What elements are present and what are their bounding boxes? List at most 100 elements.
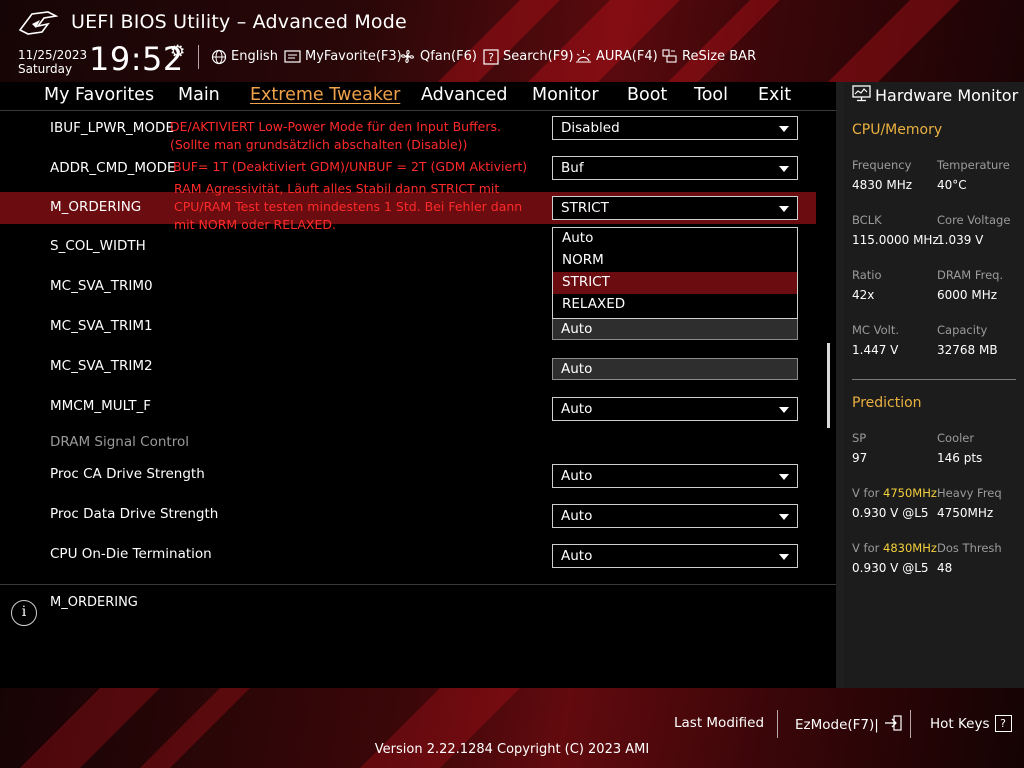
setting-label: Proc Data Drive Strength — [50, 506, 219, 522]
info-icon: i — [11, 600, 37, 626]
v-for-text: V for — [852, 541, 880, 555]
mc-sva-trim1-field[interactable]: Auto — [552, 318, 798, 340]
cooler-value: 146 pts — [937, 451, 983, 465]
aura-button[interactable]: AURA(F4) — [575, 48, 658, 65]
chevron-down-icon — [779, 474, 789, 480]
temperature-label: Temperature — [937, 158, 1010, 172]
chevron-down-icon — [779, 554, 789, 560]
v-for-frequency: 4750MHz — [883, 486, 937, 500]
top-bar: UEFI BIOS Utility – Advanced Mode 11/25/… — [0, 0, 1024, 82]
app-title: UEFI BIOS Utility – Advanced Mode — [71, 11, 407, 33]
annotation-note: DE/AKTIVIERT Low-Power Mode für den Inpu… — [170, 119, 501, 134]
tab-my-favorites[interactable]: My Favorites — [44, 85, 154, 105]
core-voltage-label: Core Voltage — [937, 213, 1011, 227]
setting-label: MC_SVA_TRIM1 — [50, 318, 153, 334]
aura-label: AURA(F4) — [596, 49, 658, 64]
mc-volt-label: MC Volt. — [852, 323, 899, 337]
ezmode-button[interactable]: EzMode(F7)| — [795, 715, 902, 735]
dos-thresh-value: 48 — [937, 561, 953, 575]
hot-keys-button[interactable]: Hot Keys ? — [930, 715, 1012, 732]
section-header: DRAM Signal Control — [50, 434, 189, 450]
tab-monitor[interactable]: Monitor — [532, 85, 599, 105]
tab-exit[interactable]: Exit — [758, 85, 791, 105]
proc-ca-drive-strength-select[interactable]: Auto — [552, 464, 798, 488]
setting-label: IBUF_LPWR_MODE — [50, 120, 174, 136]
weekday: Saturday — [18, 62, 73, 76]
myfavorite-button[interactable]: MyFavorite(F3) — [284, 48, 402, 65]
v-for-frequency: 4830MHz — [883, 541, 937, 555]
svg-text:?: ? — [488, 51, 494, 64]
myfavorite-label: MyFavorite(F3) — [305, 49, 402, 64]
tab-tool[interactable]: Tool — [694, 85, 728, 105]
chevron-down-icon — [779, 126, 789, 132]
frequency-value: 4830 MHz — [852, 178, 913, 192]
mc-volt-value: 1.447 V — [852, 343, 899, 357]
annotation-note: CPU/RAM Test testen mindestens 1 Std. Be… — [174, 199, 523, 214]
ibuf-lpwr-mode-select[interactable]: Disabled — [552, 116, 798, 140]
field-value: Auto — [561, 361, 593, 377]
resize-bar-label: ReSize BAR — [682, 49, 757, 64]
help-panel: i M_ORDERING — [0, 584, 836, 688]
language-button[interactable]: English — [210, 48, 278, 65]
chevron-down-icon — [779, 166, 789, 172]
select-value: Auto — [561, 548, 593, 564]
search-icon: ? — [482, 48, 499, 65]
date: 11/25/2023 — [18, 48, 88, 62]
select-value: Auto — [561, 401, 593, 417]
m-ordering-dropdown: Auto NORM STRICT RELAXED — [552, 227, 798, 319]
search-label: Search(F9) — [503, 49, 574, 64]
core-voltage-value: 1.039 V — [937, 233, 984, 247]
scrollbar[interactable] — [827, 343, 830, 428]
mmcm-mult-f-select[interactable]: Auto — [552, 397, 798, 421]
aura-icon — [575, 48, 592, 65]
tab-main[interactable]: Main — [178, 85, 220, 105]
cooler-label: Cooler — [937, 431, 975, 445]
setting-label: Proc CA Drive Strength — [50, 466, 205, 482]
divider — [852, 379, 1016, 380]
tab-advanced[interactable]: Advanced — [421, 85, 507, 105]
v-for-value: 0.930 V @L5 — [852, 561, 929, 575]
bclk-value: 115.0000 MHz — [852, 233, 939, 247]
dropdown-option-selected[interactable]: STRICT — [553, 272, 797, 294]
addr-cmd-mode-select[interactable]: Buf — [552, 156, 798, 180]
bclk-label: BCLK — [852, 213, 882, 227]
monitor-icon — [852, 85, 871, 106]
dropdown-option[interactable]: RELAXED — [553, 294, 797, 316]
fan-icon — [399, 48, 416, 65]
favorite-icon — [284, 48, 301, 65]
annotation-note: (Sollte man grundsätzlich abschalten (Di… — [170, 137, 468, 152]
setting-label: MC_SVA_TRIM0 — [50, 278, 153, 294]
qfan-button[interactable]: Qfan(F6) — [399, 48, 477, 65]
cpu-on-die-termination-select[interactable]: Auto — [552, 544, 798, 568]
dos-thresh-label: Dos Thresh — [937, 541, 1002, 555]
hot-keys-label: Hot Keys — [930, 715, 990, 732]
gear-icon[interactable]: ⚙ — [170, 42, 185, 62]
dropdown-option[interactable]: NORM — [553, 250, 797, 272]
v-for-value: 0.930 V @L5 — [852, 506, 929, 520]
dram-freq-label: DRAM Freq. — [937, 268, 1004, 282]
select-value: Disabled — [561, 120, 620, 136]
dropdown-option[interactable]: Auto — [553, 228, 797, 250]
search-button[interactable]: ? Search(F9) — [482, 48, 574, 65]
exit-arrow-icon — [884, 715, 902, 735]
tab-boot[interactable]: Boot — [627, 85, 667, 105]
setting-label: MMCM_MULT_F — [50, 398, 152, 414]
frequency-label: Frequency — [852, 158, 912, 172]
rog-logo-icon — [18, 11, 58, 35]
divider — [836, 82, 844, 688]
proc-data-drive-strength-select[interactable]: Auto — [552, 504, 798, 528]
last-modified-button[interactable]: Last Modified — [674, 715, 764, 731]
help-text: M_ORDERING — [50, 595, 138, 610]
mc-sva-trim2-field[interactable]: Auto — [552, 358, 798, 380]
sp-value: 97 — [852, 451, 868, 465]
m-ordering-select[interactable]: STRICT — [552, 196, 798, 220]
version-text: Version 2.22.1284 Copyright (C) 2023 AMI — [374, 742, 650, 757]
dram-freq-value: 6000 MHz — [937, 288, 998, 302]
resize-bar-button[interactable]: ReSize BAR — [661, 48, 756, 65]
ratio-label: Ratio — [852, 268, 882, 282]
tab-extreme-tweaker[interactable]: Extreme Tweaker — [250, 85, 400, 105]
divider — [910, 710, 911, 738]
hardware-monitor-label: Hardware Monitor — [875, 86, 1019, 105]
setting-label: ADDR_CMD_MODE — [50, 160, 176, 176]
settings-list: IBUF_LPWR_MODE DE/AKTIVIERT Low-Power Mo… — [0, 111, 836, 576]
